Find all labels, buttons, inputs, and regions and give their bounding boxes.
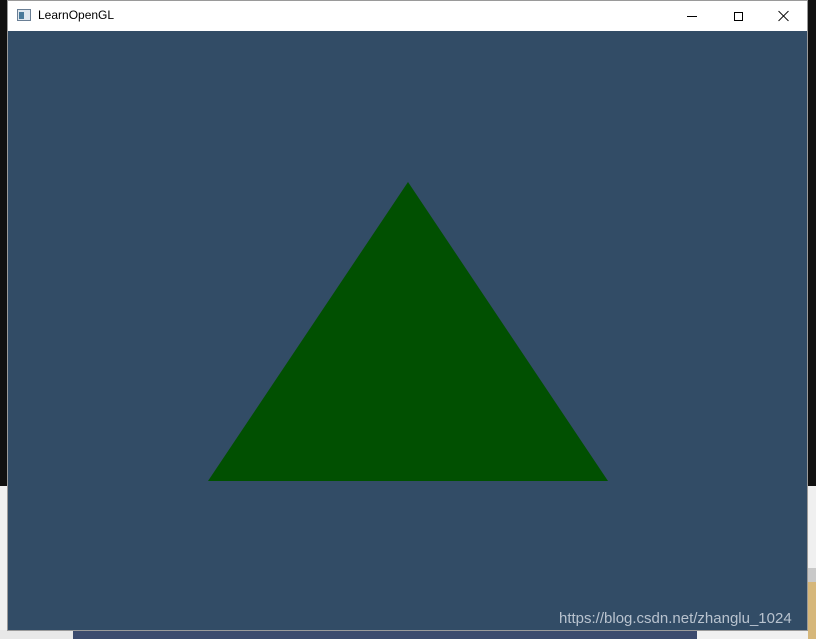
close-button[interactable] [761,1,807,31]
watermark-text: https://blog.csdn.net/zhanglu_1024 [559,610,792,627]
window-app-icon[interactable] [17,9,31,21]
render-canvas [8,31,807,630]
maximize-button[interactable] [715,1,761,31]
app-window: LearnOpenGL [7,0,808,631]
title-bar[interactable]: LearnOpenGL [8,1,807,31]
background-taskbar-left [0,630,73,639]
opengl-viewport[interactable] [8,31,807,630]
background-window-edge-accent [808,582,816,639]
background-taskbar-strip [73,630,697,639]
window-title: LearnOpenGL [38,8,115,22]
minimize-icon [687,15,697,17]
close-icon [778,10,790,22]
minimize-button[interactable] [669,1,715,31]
maximize-icon [733,11,743,21]
background-window-edge [808,568,816,582]
